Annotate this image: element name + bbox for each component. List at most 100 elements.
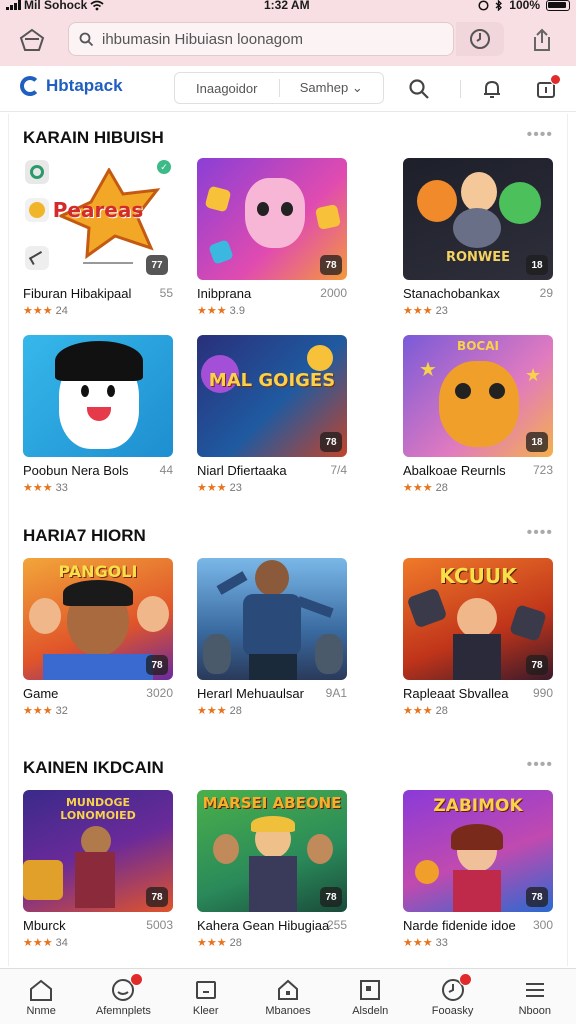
game-card[interactable]: BOCAI ★ ★ 18 Abalkoae Reurnls 723 ★★★ 28 xyxy=(403,335,553,494)
url-row: ihbumasin Hibuiasn loonagom xyxy=(0,14,576,66)
game-card[interactable]: Poobun Nera Bols 44 ★★★ 33 xyxy=(23,335,173,494)
corner-badge: 18 xyxy=(526,432,548,452)
rating-stars: ★★★ xyxy=(23,937,53,949)
game-card[interactable]: ✓ Peareas 77 Fiburan Hibakipaal 55 ★★★ 2… xyxy=(23,158,173,317)
logo-text: Hbtapack xyxy=(46,76,123,95)
download-count: 255 xyxy=(326,918,347,932)
wifi-icon xyxy=(90,0,104,10)
more-options-icon[interactable]: •••• xyxy=(527,126,553,144)
nav-label: Nboon xyxy=(518,1005,552,1017)
art-title: Peareas xyxy=(52,198,144,222)
rating-value: 24 xyxy=(55,305,68,317)
rating: ★★★ 23 xyxy=(403,304,448,317)
art-title: MUNDOGE LONOMOIED xyxy=(60,796,136,822)
rating-stars: ★★★ xyxy=(197,705,227,717)
status-right: 100% xyxy=(478,0,570,12)
nav-item-2[interactable]: Afemnplets xyxy=(82,969,164,1024)
alarm-icon xyxy=(478,0,489,11)
game-card[interactable]: Herarl Mehuaulsar 9A1 ★★★ 28 xyxy=(197,558,347,717)
download-count: 44 xyxy=(159,463,173,477)
corner-badge: 78 xyxy=(320,432,342,452)
art-title: MAL GOIGES xyxy=(208,370,336,391)
section-title: HARIA7 HIORN xyxy=(23,526,146,545)
segment-left[interactable]: Inaagoidor xyxy=(175,81,279,96)
logo-c-icon xyxy=(20,76,40,96)
corner-badge: 18 xyxy=(526,255,548,275)
nav-item-4[interactable]: Mbanoes xyxy=(247,969,329,1024)
download-count: 5003 xyxy=(146,918,173,932)
kid-character-art xyxy=(457,598,497,638)
game-thumbnail xyxy=(23,335,173,457)
search-icon xyxy=(409,79,429,99)
more-options-icon[interactable]: •••• xyxy=(527,756,553,774)
game-thumbnail: ZABIMOK 78 xyxy=(403,790,553,912)
app-icon xyxy=(25,160,49,184)
game-name: Game xyxy=(23,686,59,701)
share-button[interactable] xyxy=(524,22,560,58)
game-card[interactable]: 78 Inibprana 2000 ★★★ 3.9 xyxy=(197,158,347,317)
home-button[interactable] xyxy=(14,22,50,58)
download-count: 29 xyxy=(539,286,553,300)
download-count: 9A1 xyxy=(325,686,347,700)
nav-item-5[interactable]: Alsdeln xyxy=(329,969,411,1024)
notifications-button[interactable] xyxy=(479,76,505,102)
url-bar[interactable]: ihbumasin Hibuiasn loonagom xyxy=(68,22,454,56)
bottom-nav: Nnme Afemnplets Kleer Mbanoes Alsdeln Fo… xyxy=(0,968,576,1024)
game-thumbnail: RONWEE 18 xyxy=(403,158,553,280)
game-name: Herarl Mehuaulsar xyxy=(197,686,304,701)
bear-character-art xyxy=(439,361,519,447)
game-card[interactable]: ZABIMOK 78 Narde fidenide idoe 300 ★★★ 3… xyxy=(403,790,553,949)
pink-bear-art xyxy=(245,178,305,248)
section-title: KARAIN HIBUISH xyxy=(23,128,164,147)
art-title: BOCAI xyxy=(457,339,499,353)
nav-label: Nnme xyxy=(26,1005,56,1017)
segment-right[interactable]: Samhep ⌄ xyxy=(280,80,384,96)
game-name: Stanachobankax xyxy=(403,286,500,301)
game-thumbnail: BOCAI ★ ★ 18 xyxy=(403,335,553,457)
app-header: Hbtapack Inaagoidor Samhep ⌄ xyxy=(0,66,576,112)
inbox-button[interactable] xyxy=(533,74,561,102)
game-card[interactable]: PANGOLI 78 Game 3020 ★★★ 32 xyxy=(23,558,173,717)
search-icon xyxy=(79,32,94,46)
download-count: 55 xyxy=(159,286,173,300)
game-card[interactable]: RONWEE 18 Stanachobankax 29 ★★★ 23 xyxy=(403,158,553,317)
rating-stars: ★★★ xyxy=(23,482,53,494)
rating-value: 33 xyxy=(55,482,68,494)
search-button[interactable] xyxy=(406,76,432,102)
feather-icon xyxy=(25,246,49,270)
game-thumbnail: MARSEI ABEONE 78 xyxy=(197,790,347,912)
rating-value: 28 xyxy=(435,482,448,494)
game-card[interactable]: MUNDOGE LONOMOIED 78 Mburck 5003 ★★★ 34 xyxy=(23,790,173,949)
bell-icon xyxy=(484,80,500,98)
art-title: ZABIMOK xyxy=(433,796,523,816)
house-icon xyxy=(277,979,298,1000)
download-count: 300 xyxy=(532,918,553,932)
history-button[interactable] xyxy=(456,22,504,56)
share-icon xyxy=(534,28,550,51)
status-bar: Mil Sohock 1:32 AM 100% xyxy=(0,0,576,14)
app-logo[interactable]: Hbtapack xyxy=(20,76,123,96)
content-area: KARAIN HIBUISH •••• ✓ Peareas 77 Fiburan… xyxy=(8,114,568,966)
home-icon xyxy=(30,979,53,1001)
nav-item-3[interactable]: Kleer xyxy=(165,969,247,1024)
tablet-icon xyxy=(195,981,216,999)
game-card[interactable]: MAL GOIGES 78 Niarl Dfiertaaka 7/4 ★★★ 2… xyxy=(197,335,347,494)
nav-badge xyxy=(459,973,473,986)
more-options-icon[interactable]: •••• xyxy=(527,524,553,542)
art-title: PANGOLI xyxy=(58,562,138,581)
nav-item-7[interactable]: Nboon xyxy=(494,969,576,1024)
url-text: ihbumasin Hibuiasn loonagom xyxy=(102,30,303,48)
nav-label: Kleer xyxy=(192,1005,219,1017)
nav-home[interactable]: Nnme xyxy=(0,969,82,1024)
nav-item-6[interactable]: Fooasky xyxy=(411,969,493,1024)
game-name: Inibprana xyxy=(197,286,252,301)
header-divider xyxy=(460,80,461,98)
art-title: MARSEI ABEONE xyxy=(202,794,342,812)
corner-badge: 78 xyxy=(320,255,342,275)
bluetooth-icon xyxy=(495,0,503,11)
segment-control: Inaagoidor Samhep ⌄ xyxy=(174,72,384,104)
rating: ★★★ 28 xyxy=(197,936,242,949)
rating-stars: ★★★ xyxy=(197,482,227,494)
game-card[interactable]: KCUUK 78 Rapleaat Sbvallea 990 ★★★ 28 xyxy=(403,558,553,717)
game-card[interactable]: MARSEI ABEONE 78 Kahera Gean Hibugiaa 25… xyxy=(197,790,347,949)
